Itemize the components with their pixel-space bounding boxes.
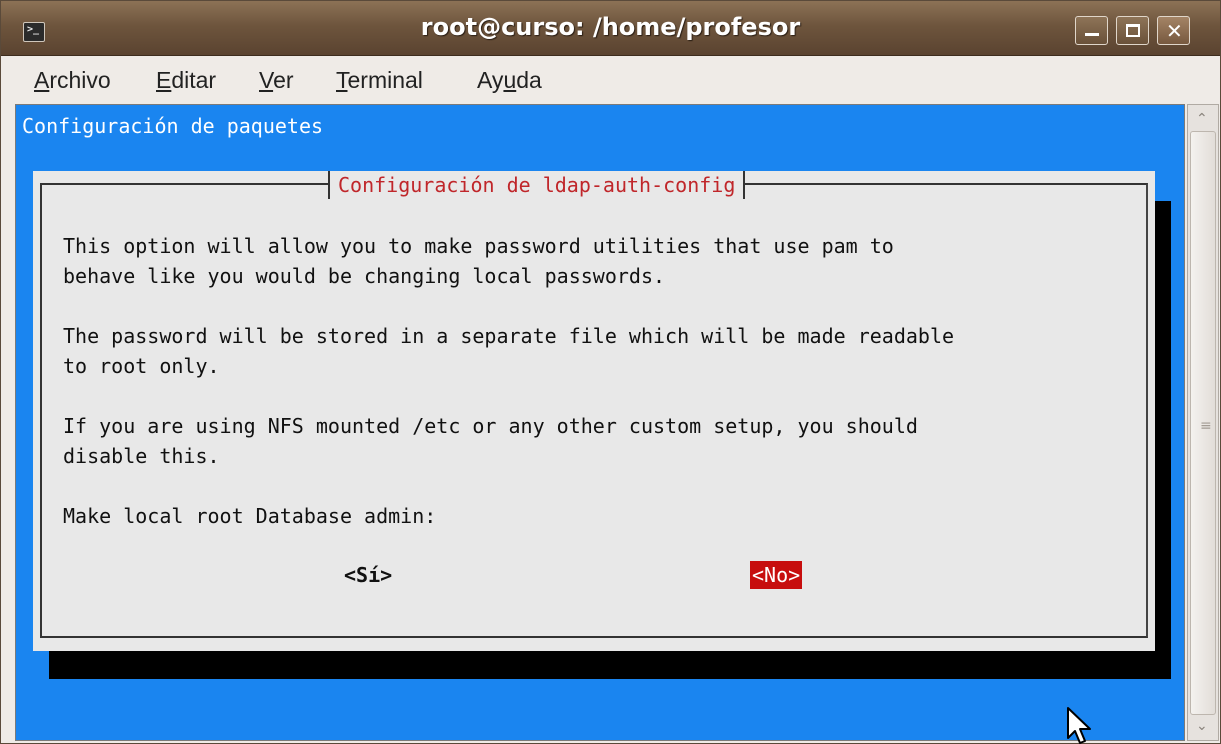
- scrollbar-thumb[interactable]: ≡: [1190, 131, 1216, 715]
- mouse-pointer-icon: [1067, 707, 1091, 744]
- menu-bar: Archivo Editar Ver Terminal Ayuda: [1, 57, 1220, 103]
- menu-ver[interactable]: Ver: [259, 67, 294, 94]
- dialog-text-line: to root only.: [63, 354, 220, 378]
- menu-ayuda-pre: Ay: [477, 67, 504, 93]
- dialog-text-line: The password will be stored in a separat…: [63, 324, 955, 348]
- yes-button[interactable]: <Sí>: [342, 561, 394, 589]
- close-icon: ✕: [1166, 19, 1183, 43]
- dialog-title-box: Configuración de ldap-auth-config: [328, 171, 746, 199]
- scroll-down-icon[interactable]: ⌄: [1196, 718, 1208, 734]
- close-button[interactable]: ✕: [1157, 16, 1190, 45]
- menu-archivo[interactable]: Archivo: [34, 67, 111, 94]
- vertical-scrollbar[interactable]: ⌃ ≡ ⌄: [1187, 104, 1219, 741]
- title-bar[interactable]: root@curso: /home/profesor ✕: [1, 1, 1220, 56]
- terminal-window: root@curso: /home/profesor ✕ Archivo Edi…: [0, 0, 1221, 744]
- terminal-screen[interactable]: Configuración de paquetes Configuración …: [15, 104, 1185, 741]
- dialog-question: Make local root Database admin:: [63, 504, 437, 528]
- menu-ayuda-post: da: [516, 67, 542, 93]
- dialog-title: Configuración de ldap-auth-config: [338, 173, 736, 197]
- minimize-button[interactable]: [1075, 16, 1108, 45]
- minimize-icon: [1085, 33, 1099, 36]
- dialog-text-line: disable this.: [63, 444, 220, 468]
- scroll-up-icon[interactable]: ⌃: [1196, 111, 1208, 127]
- menu-archivo-post: rchivo: [49, 67, 111, 93]
- no-button[interactable]: <No>: [750, 561, 803, 589]
- maximize-icon: [1126, 24, 1140, 37]
- window-title: root@curso: /home/profesor: [420, 13, 801, 41]
- menu-ver-mnemonic: V: [259, 67, 274, 93]
- dialog-text-line: If you are using NFS mounted /etc or any…: [63, 414, 918, 438]
- menu-ayuda-mnemonic: u: [503, 67, 517, 93]
- menu-ver-post: er: [273, 67, 294, 93]
- grip-icon: ≡: [1200, 418, 1212, 434]
- menu-terminal-mnemonic: T: [336, 67, 348, 93]
- config-dialog: Configuración de ldap-auth-config This o…: [33, 171, 1155, 651]
- menu-terminal[interactable]: Terminal: [336, 67, 423, 94]
- dialog-text-line: behave like you would be changing local …: [63, 264, 666, 288]
- menu-terminal-post: erminal: [347, 67, 423, 93]
- menu-editar-mnemonic: E: [156, 67, 172, 93]
- menu-archivo-mnemonic: A: [34, 67, 50, 93]
- maximize-button[interactable]: [1116, 16, 1149, 45]
- menu-editar-post: ditar: [171, 67, 217, 93]
- dialog-text-line: This option will allow you to make passw…: [63, 234, 894, 258]
- backtitle: Configuración de paquetes: [22, 114, 324, 138]
- menu-editar[interactable]: Editar: [156, 67, 216, 94]
- menu-ayuda[interactable]: Ayuda: [477, 67, 542, 94]
